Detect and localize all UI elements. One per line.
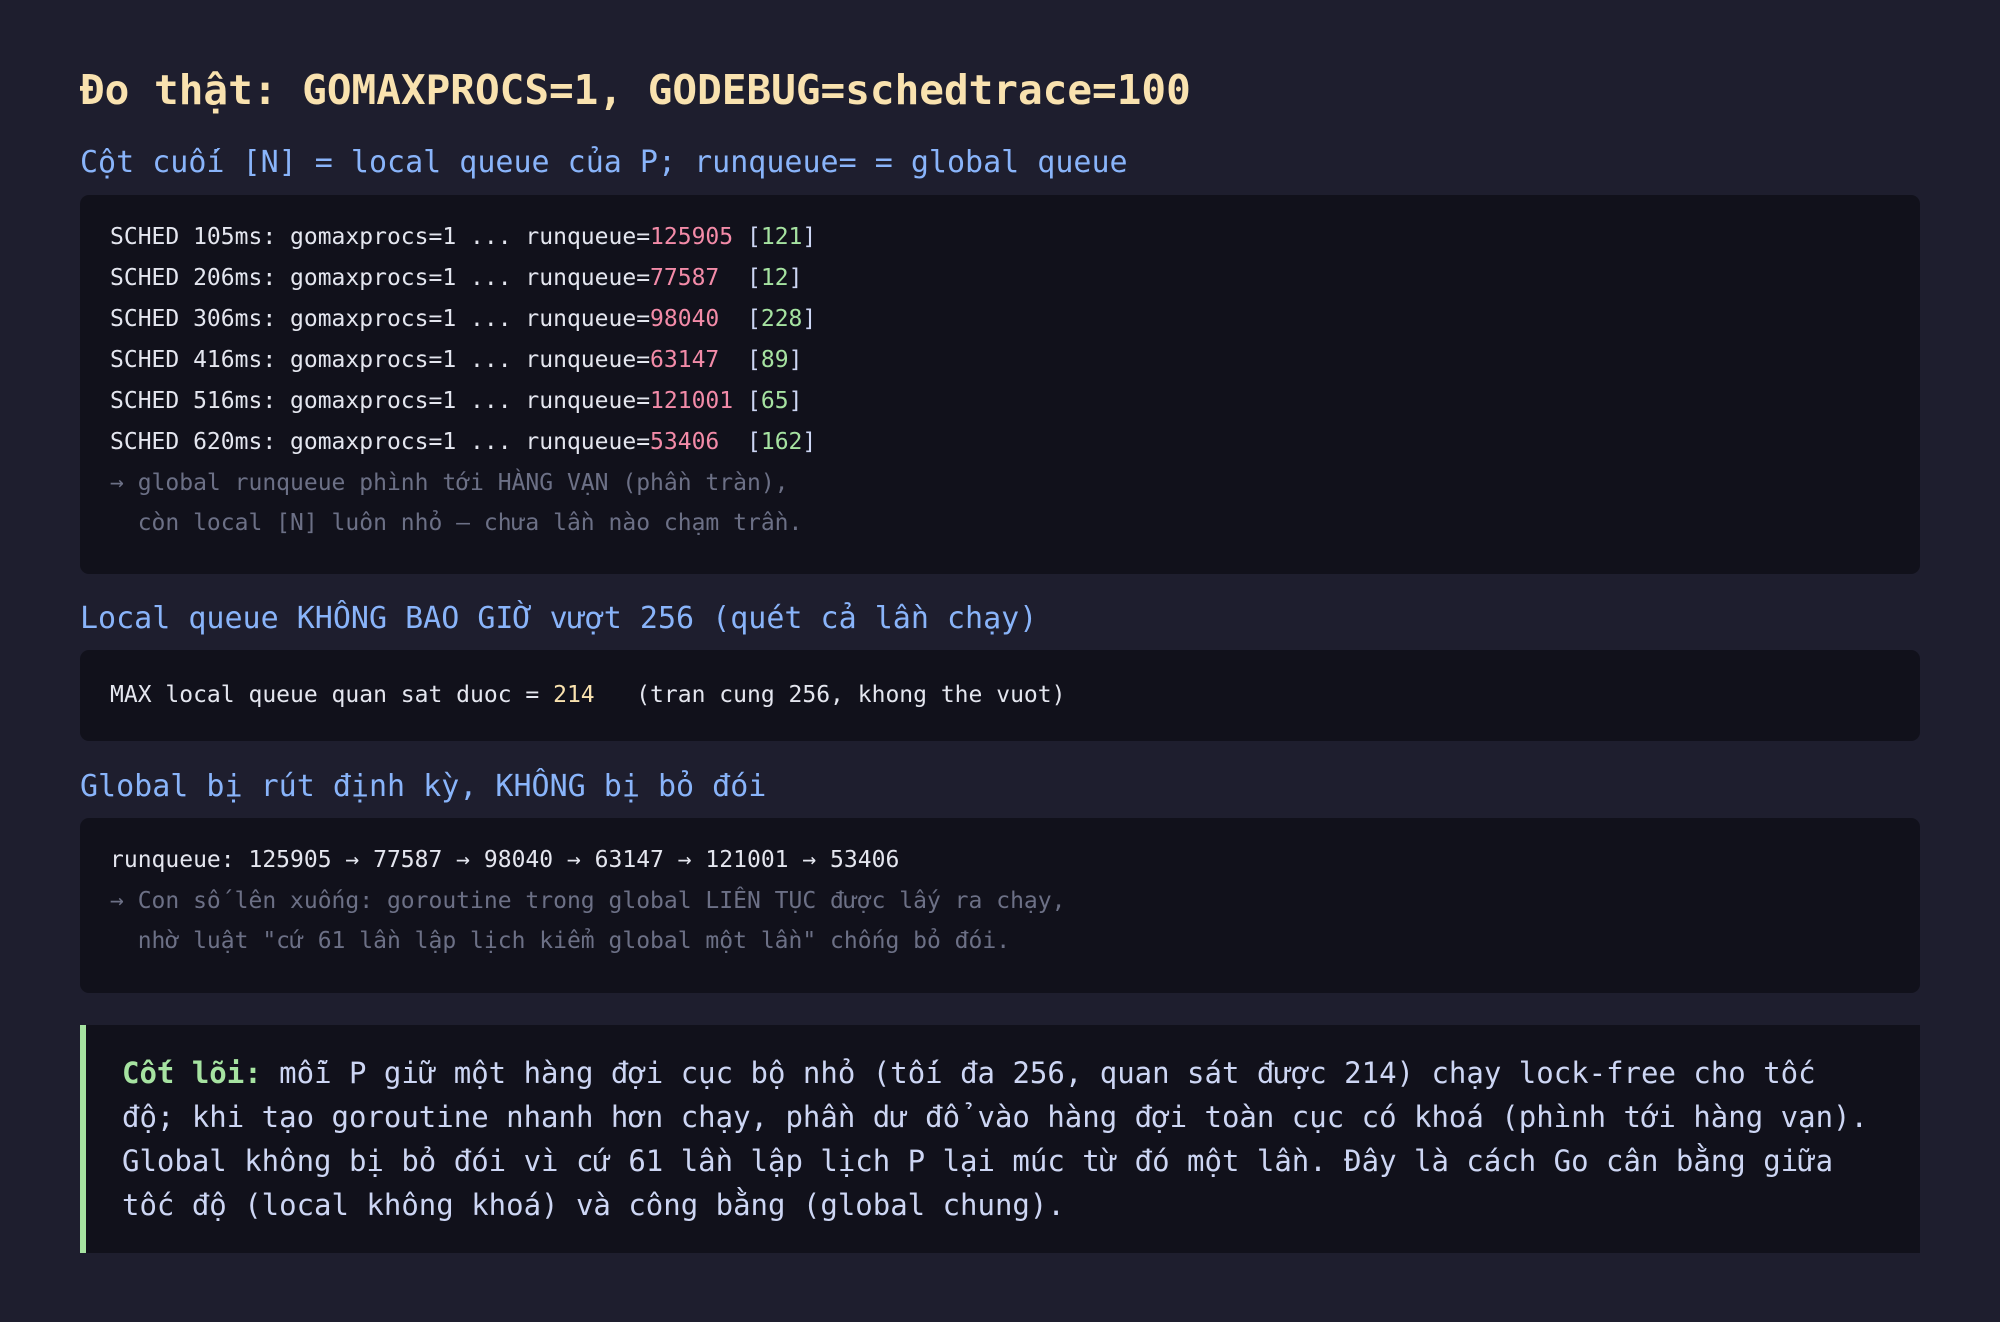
trace-prefix: SCHED 206ms: gomaxprocs=1 ... runqueue=: [110, 265, 651, 291]
trace-prefix: SCHED 516ms: gomaxprocs=1 ... runqueue=: [110, 388, 651, 414]
sched-trace-row: SCHED 416ms: gomaxprocs=1 ... runqueue=6…: [110, 340, 1890, 381]
runqueue-sequence: runqueue: 125905 → 77587 → 98040 → 63147…: [110, 847, 900, 873]
trace-prefix: SCHED 620ms: gomaxprocs=1 ... runqueue=: [110, 429, 651, 455]
page-title: Đo thật: GOMAXPROCS=1, GODEBUG=schedtrac…: [80, 66, 1191, 114]
core-label: Cốt lõi:: [122, 1056, 262, 1090]
global-runqueue-value: 63147: [650, 347, 720, 373]
trace-gap: [719, 347, 747, 373]
local-queue-value: 162: [760, 429, 803, 455]
bracket-close: ]: [802, 224, 817, 250]
sched-trace-note: còn local [N] luôn nhỏ — chưa lần nào ch…: [110, 510, 803, 536]
trace-gap: [733, 388, 747, 414]
trace-prefix: SCHED 105ms: gomaxprocs=1 ... runqueue=: [110, 224, 651, 250]
sched-trace-code-block: SCHED 105ms: gomaxprocs=1 ... runqueue=1…: [80, 195, 1920, 574]
trace-gap: [719, 429, 747, 455]
sched-trace-row: SCHED 516ms: gomaxprocs=1 ... runqueue=1…: [110, 381, 1890, 422]
bracket-close: ]: [788, 388, 803, 414]
core-text: mỗi P giữ một hàng đợi cục bộ nhỏ (tối đ…: [122, 1056, 1868, 1222]
local-queue-value: 65: [760, 388, 789, 414]
section-heading-sched-trace: Cột cuối [N] = local queue của P; runque…: [80, 145, 1128, 180]
trace-prefix: SCHED 306ms: gomaxprocs=1 ... runqueue=: [110, 306, 651, 332]
local-queue-value: 12: [760, 265, 789, 291]
global-runqueue-value: 121001: [650, 388, 734, 414]
sched-trace-row: SCHED 620ms: gomaxprocs=1 ... runqueue=5…: [110, 422, 1890, 463]
bracket-open: [: [747, 306, 761, 332]
local-max-prefix: MAX local queue quan sat duoc =: [110, 682, 554, 708]
bracket-open: [: [747, 265, 761, 291]
local-max-code-block: MAX local queue quan sat duoc = 214 (tra…: [80, 650, 1920, 741]
bracket-close: ]: [788, 265, 803, 291]
local-max-value: 214: [553, 682, 595, 708]
trace-gap: [719, 306, 747, 332]
global-drain-note: nhờ luật "cứ 61 lần lập lịch kiểm global…: [110, 928, 1011, 954]
bracket-open: [: [747, 224, 761, 250]
sched-trace-row: SCHED 105ms: gomaxprocs=1 ... runqueue=1…: [110, 217, 1890, 258]
sched-trace-row: SCHED 206ms: gomaxprocs=1 ... runqueue=7…: [110, 258, 1890, 299]
sched-trace-row: SCHED 306ms: gomaxprocs=1 ... runqueue=9…: [110, 299, 1890, 340]
bracket-open: [: [747, 429, 761, 455]
sched-trace-note: → global runqueue phình tới HÀNG VẠN (ph…: [110, 470, 789, 496]
global-runqueue-value: 77587: [650, 265, 720, 291]
global-drain-note: → Con số lên xuống: goroutine trong glob…: [110, 888, 1066, 914]
trace-gap: [719, 265, 747, 291]
trace-gap: [733, 224, 747, 250]
bracket-open: [: [747, 388, 761, 414]
local-queue-value: 121: [760, 224, 803, 250]
bracket-close: ]: [802, 429, 817, 455]
bracket-open: [: [747, 347, 761, 373]
global-runqueue-value: 53406: [650, 429, 720, 455]
global-runqueue-value: 125905: [650, 224, 734, 250]
global-runqueue-value: 98040: [650, 306, 720, 332]
local-queue-value: 89: [760, 347, 789, 373]
local-max-suffix: (tran cung 256, khong the vuot): [594, 682, 1066, 708]
section-heading-global-drain: Global bị rút định kỳ, KHÔNG bị bỏ đói: [80, 769, 767, 804]
local-queue-value: 228: [760, 306, 803, 332]
core-takeaway-callout: Cốt lõi: mỗi P giữ một hàng đợi cục bộ n…: [80, 1025, 1920, 1253]
trace-prefix: SCHED 416ms: gomaxprocs=1 ... runqueue=: [110, 347, 651, 373]
bracket-close: ]: [802, 306, 817, 332]
local-max-line: MAX local queue quan sat duoc = 214 (tra…: [110, 675, 1890, 716]
section-heading-local-max: Local queue KHÔNG BAO GIỜ vượt 256 (quét…: [80, 601, 1038, 636]
bracket-close: ]: [788, 347, 803, 373]
global-drain-code-block: runqueue: 125905 → 77587 → 98040 → 63147…: [80, 818, 1920, 993]
sched-trace-rows: SCHED 105ms: gomaxprocs=1 ... runqueue=1…: [110, 217, 1890, 463]
